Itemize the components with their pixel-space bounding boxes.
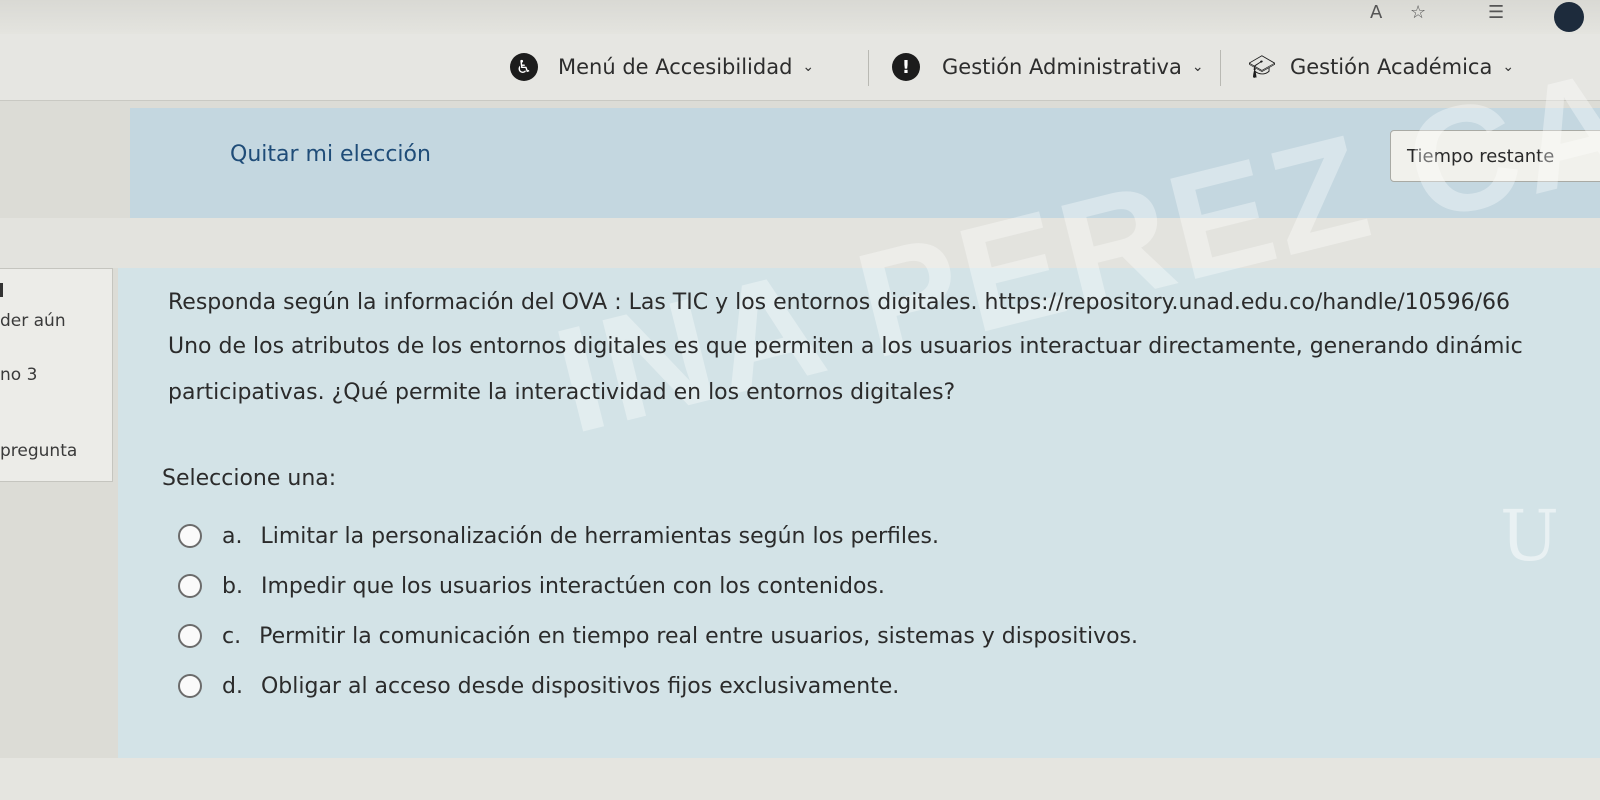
question-text-line-1: Responda según la información del OVA : … [168, 290, 1511, 315]
answer-option-a[interactable]: a. Limitar la personalización de herrami… [178, 516, 939, 556]
time-remaining-box: Tiempo restante [1390, 130, 1600, 182]
accessibility-menu-label: Menú de Accesibilidad [558, 55, 793, 79]
nav-divider [1220, 50, 1221, 86]
flag-question-link[interactable]: pregunta [0, 441, 77, 461]
graduation-cap-icon: 🎓︎ [1248, 54, 1276, 80]
radio-button[interactable] [178, 524, 202, 548]
accessibility-menu[interactable]: ♿ Menú de Accesibilidad ⌄ [510, 52, 814, 82]
spacer [0, 218, 1600, 268]
chevron-down-icon: ⌄ [1191, 59, 1204, 75]
alert-icon: ! [892, 53, 920, 81]
question-status: der aún [0, 311, 66, 331]
option-text: Permitir la comunicación en tiempo real … [259, 623, 1138, 649]
favorites-icon[interactable]: ☰ [1488, 2, 1504, 23]
browser-toolbar: A ☆ ☰ [0, 0, 1600, 35]
answer-option-c[interactable]: c. Permitir la comunicación en tiempo re… [178, 616, 1138, 656]
radio-button[interactable] [178, 674, 202, 698]
option-letter: b. [222, 573, 243, 599]
info-marker [0, 283, 11, 297]
question-info-panel: der aún no 3 pregunta [0, 268, 113, 482]
option-letter: c. [222, 623, 242, 649]
text-size-icon[interactable]: A [1370, 2, 1382, 23]
university-logo-watermark: U [1500, 495, 1559, 577]
question-score: no 3 [0, 365, 38, 385]
answer-option-d[interactable]: d. Obligar al acceso desde dispositivos … [178, 666, 899, 706]
chevron-down-icon: ⌄ [802, 59, 815, 75]
chevron-down-icon: ⌄ [1502, 59, 1515, 75]
accessibility-icon: ♿ [510, 53, 538, 81]
admin-menu[interactable]: ! Gestión Administrativa ⌄ [892, 52, 1204, 82]
page-footer-area [0, 758, 1600, 800]
radio-button[interactable] [178, 574, 202, 598]
option-letter: a. [222, 523, 243, 549]
star-icon[interactable]: ☆ [1410, 2, 1426, 23]
option-text: Limitar la personalización de herramient… [260, 523, 939, 549]
nav-divider [868, 50, 869, 86]
academic-menu[interactable]: 🎓︎ Gestión Académica ⌄ [1248, 52, 1514, 82]
select-one-label: Seleccione una: [162, 466, 337, 491]
question-text-line-2: Uno de los atributos de los entornos dig… [168, 334, 1523, 359]
remove-choice-link[interactable]: Quitar mi elección [230, 142, 431, 167]
option-letter: d. [222, 673, 243, 699]
time-remaining-label: Tiempo restante [1407, 145, 1555, 167]
top-navigation: ♿ Menú de Accesibilidad ⌄ ! Gestión Admi… [0, 34, 1600, 126]
radio-button[interactable] [178, 624, 202, 648]
option-text: Obligar al acceso desde dispositivos fij… [260, 673, 900, 699]
admin-menu-label: Gestión Administrativa [942, 55, 1182, 79]
option-text: Impedir que los usuarios interactúen con… [260, 573, 885, 599]
profile-icon[interactable] [1554, 2, 1584, 32]
answer-option-b[interactable]: b. Impedir que los usuarios interactúen … [178, 566, 885, 606]
academic-menu-label: Gestión Académica [1289, 55, 1493, 79]
question-text-line-3: participativas. ¿Qué permite la interact… [168, 380, 956, 405]
